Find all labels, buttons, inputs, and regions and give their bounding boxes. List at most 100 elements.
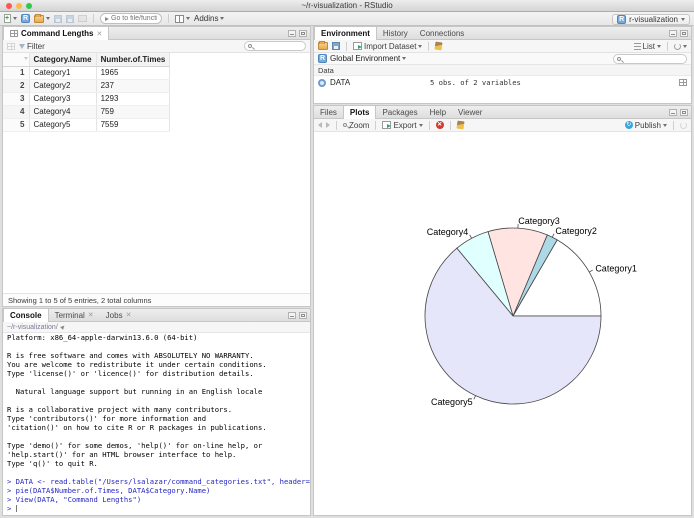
title-bar: ~/r-visualization - RStudio [0,0,694,12]
scope-selector[interactable]: Global Environment [330,54,407,63]
minimize-panel-icon[interactable] [288,30,296,37]
text-cursor [15,505,17,512]
goto-directory-icon[interactable] [59,324,66,330]
zoom-window-button[interactable] [26,3,32,9]
column-header-number-of-times[interactable]: Number.of.Times [96,53,171,67]
goto-file-input[interactable] [111,15,157,22]
table-row[interactable]: 1 Category1 1965 [3,66,171,80]
console-body[interactable]: Platform: x86_64-apple-darwin13.6.0 (64-… [3,333,310,515]
minimize-panel-icon[interactable] [288,312,296,319]
close-icon[interactable]: ✕ [88,311,94,319]
toolbar-separator [168,14,169,23]
goto-file-search[interactable] [100,13,162,24]
tab-console[interactable]: Console [3,309,49,322]
working-directory-link[interactable]: ~/r-visualization/ [7,324,58,331]
maximize-panel-icon[interactable] [680,30,688,37]
viewer-search-box[interactable] [244,41,306,51]
load-workspace-icon[interactable] [318,41,328,50]
tab-command-lengths[interactable]: Command Lengths ✕ [3,27,110,40]
save-all-icon [66,14,74,23]
import-dataset-button[interactable]: Import Dataset [353,42,423,51]
addins-label: Addins [194,14,219,23]
clear-objects-icon[interactable] [434,41,443,51]
environment-tabbar: Environment History Connections [314,27,691,40]
open-file-button[interactable] [34,13,50,23]
tab-connections[interactable]: Connections [414,27,470,39]
maximize-panel-icon[interactable] [299,30,307,37]
remove-plot-icon[interactable]: ✕ [435,121,444,129]
console-line: > pie(DATA$Number.of.Times, DATA$Categor… [7,486,211,495]
tab-packages[interactable]: Packages [376,106,423,118]
pie-label-tick [551,233,555,238]
refresh-button[interactable] [674,42,687,50]
toolbar-separator [428,120,430,130]
close-window-button[interactable] [6,3,12,9]
maximize-panel-icon[interactable] [299,312,307,319]
close-icon[interactable]: ✕ [96,30,102,38]
tab-jobs[interactable]: Jobs ✕ [100,309,138,321]
console-line: Type 'license()' or 'licence()' for dist… [7,369,254,378]
toolbar-separator [346,41,347,51]
environment-search-input[interactable] [623,55,683,62]
toolbar-separator [428,41,430,51]
tab-environment[interactable]: Environment [314,27,377,40]
environment-scope-bar: R Global Environment [314,53,691,65]
refresh-plot-icon [680,121,687,129]
publish-icon: ↻ [624,121,633,129]
zoom-plot-button[interactable]: Zoom [343,121,369,130]
plots-panel: Files Plots Packages Help Viewer Zoom Ex… [313,105,692,516]
environment-object-row[interactable]: DATA 5 obs. of 2 variables [314,76,691,89]
console-line: Platform: x86_64-apple-darwin13.6.0 (64-… [7,333,198,342]
close-icon[interactable]: ✕ [126,311,132,319]
save-button [54,14,62,23]
export-plot-button[interactable]: Export [382,121,423,130]
print-icon [78,15,87,22]
environment-search-box[interactable] [613,53,687,64]
traffic-lights [6,3,32,9]
pie-chart: Category1 Category2Category3 Category4 Cate… [424,216,637,407]
minimize-panel-icon[interactable] [669,30,677,37]
tab-help[interactable]: Help [424,106,452,118]
next-plot-icon [326,122,330,128]
console-line: Natural language support but running in … [7,387,263,396]
table-row[interactable]: 3 Category3 1293 [3,92,171,106]
save-workspace-icon[interactable] [332,42,340,50]
minimize-panel-icon[interactable] [669,109,677,116]
new-file-button[interactable] [4,14,17,23]
save-all-button [66,14,74,23]
column-header-category-name[interactable]: Category.Name [29,53,97,67]
console-line: R is a collaborative project with many c… [7,405,233,414]
list-view-button[interactable]: List [633,42,661,51]
toolbar-separator [673,120,674,130]
table-row[interactable]: 4 Category4 759 [3,105,171,119]
project-menu-button[interactable]: R r-visualization [612,14,690,25]
toolbar-separator [449,120,451,130]
panes-button[interactable] [175,14,190,23]
filter-button[interactable]: Filter [19,42,45,51]
tab-files[interactable]: Files [314,106,343,118]
chevron-down-icon [681,18,685,21]
tab-history[interactable]: History [377,27,414,39]
addins-button[interactable]: Addins [194,14,225,23]
console-path-bar: ~/r-visualization/ [3,322,310,333]
table-row[interactable]: 5 Category5 7559 [3,118,171,132]
table-row[interactable]: 2 Category2 237 [3,79,171,93]
dataframe-icon[interactable] [318,78,326,87]
new-project-icon[interactable]: R [21,14,30,23]
view-data-icon[interactable] [679,79,687,86]
object-name[interactable]: DATA [330,78,426,87]
console-input-line[interactable]: > [7,504,310,513]
previous-plot-icon [318,122,322,128]
pie-label: Category2 [555,226,597,236]
clear-plots-icon[interactable] [456,120,465,130]
tab-terminal[interactable]: Terminal ✕ [49,309,100,321]
publish-button[interactable]: ↻ Publish [624,121,667,130]
minimize-window-button[interactable] [16,3,22,9]
maximize-panel-icon[interactable] [680,109,688,116]
plots-toolbar: Zoom Export ✕ ↻ Publish [314,119,691,132]
tab-viewer[interactable]: Viewer [452,106,488,118]
viewer-search-input[interactable] [254,42,302,50]
tab-plots[interactable]: Plots [342,106,377,119]
row-number-header[interactable] [3,53,30,67]
